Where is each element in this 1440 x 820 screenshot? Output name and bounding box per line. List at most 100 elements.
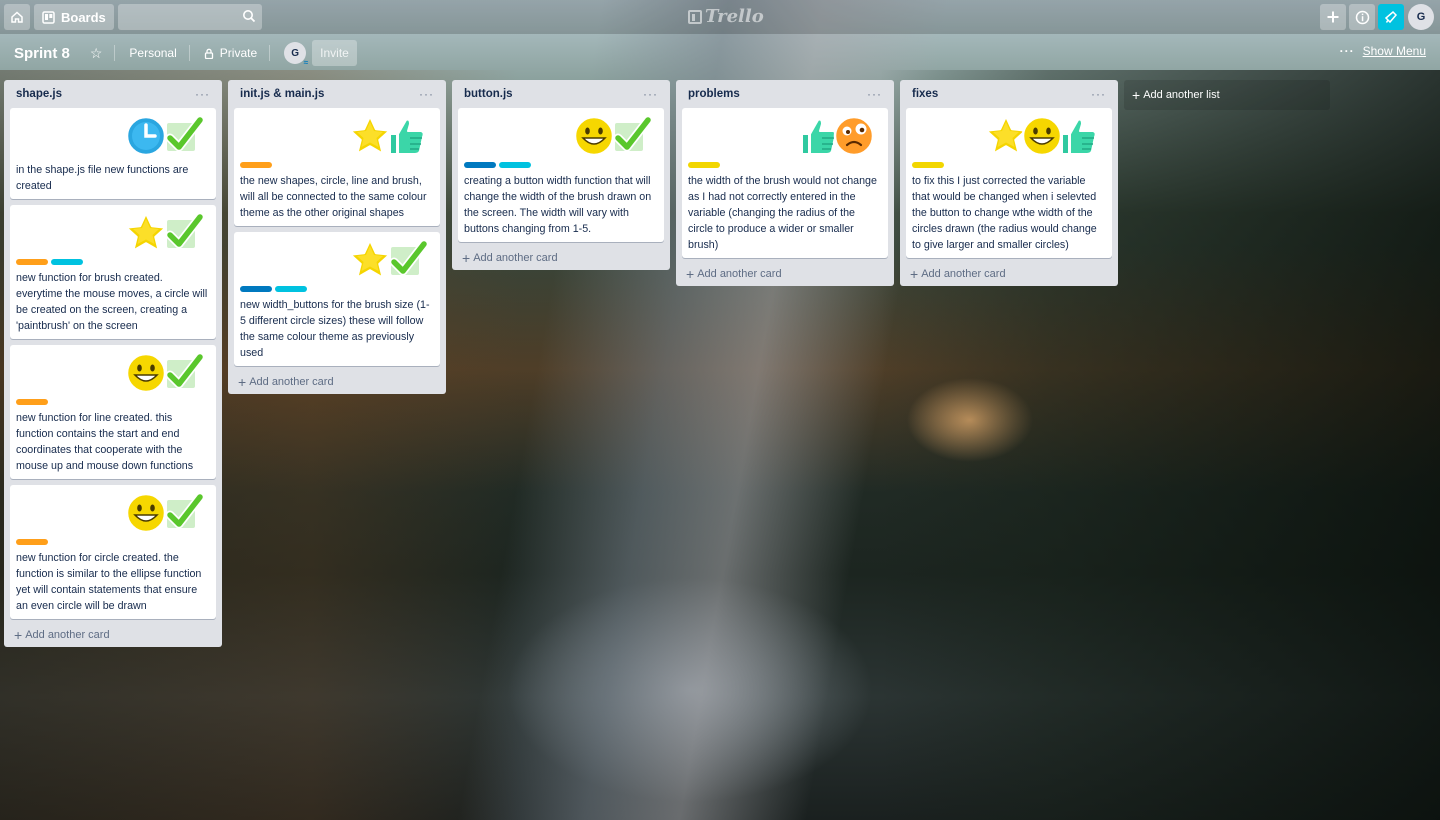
add-list-button[interactable]: + Add another list (1124, 80, 1330, 110)
divider (269, 45, 271, 61)
list-2[interactable]: button.js ··· creating a button width func… (452, 80, 670, 270)
plus-icon: + (238, 373, 247, 390)
divider (188, 45, 190, 61)
card-label-blue[interactable] (240, 286, 272, 292)
card[interactable]: the new shapes, circle, line and brush, … (234, 108, 440, 226)
boards-button[interactable]: Boards (34, 4, 114, 30)
info-button[interactable] (1349, 4, 1375, 30)
card-label-yellow[interactable] (688, 162, 720, 168)
card[interactable]: new function for circle created. the fun… (10, 485, 216, 619)
show-menu-button[interactable]: ··· Show Menu (1340, 44, 1426, 58)
card-title: new width_buttons for the brush size (1-… (240, 299, 430, 359)
board-title[interactable]: Sprint 8 (14, 45, 70, 62)
list-menu-icon[interactable]: ··· (867, 87, 882, 101)
card-title: new function for circle created. the fun… (16, 552, 202, 612)
card-label-orange[interactable] (240, 162, 272, 168)
card-stickers (16, 112, 210, 162)
card-title: the new shapes, circle, line and brush, … (240, 175, 427, 219)
card-labels (240, 286, 434, 292)
checkmark-sticker-icon (160, 491, 205, 535)
card[interactable]: creating a button width function that wi… (458, 108, 664, 242)
card-label-sky[interactable] (275, 286, 307, 292)
card[interactable]: new width_buttons for the brush size (1-… (234, 232, 440, 366)
star-board-button[interactable]: ☆ (84, 40, 109, 66)
card-labels (240, 162, 434, 168)
add-card-button[interactable]: + Add another card (682, 264, 888, 282)
card-label-blue[interactable] (464, 162, 496, 168)
thumbs-up-sticker-icon (384, 114, 428, 158)
create-button[interactable] (1320, 4, 1346, 30)
info-icon (1355, 10, 1369, 24)
board-header: Sprint 8 ☆ Personal Private G Invite ···… (0, 38, 1440, 68)
card-labels (16, 539, 210, 545)
board-member-avatar[interactable]: G (284, 42, 308, 67)
card-stickers (16, 209, 210, 259)
list-title[interactable]: init.js & main.js (240, 88, 324, 100)
list-0[interactable]: shape.js ··· in the shape.js file new func… (4, 80, 222, 647)
card-labels (16, 259, 210, 265)
trello-logo-icon (688, 9, 702, 24)
add-card-button[interactable]: + Add another card (234, 372, 440, 390)
card[interactable]: in the shape.js file new functions are c… (10, 108, 216, 199)
list-header: button.js ··· (458, 80, 664, 108)
card-label-yellow[interactable] (912, 162, 944, 168)
card-label-sky[interactable] (51, 259, 83, 265)
trello-logo[interactable]: Trello (688, 6, 764, 27)
add-card-button[interactable]: + Add another card (906, 264, 1112, 282)
trello-logo-text: Trello (705, 6, 764, 27)
add-card-label: Add another card (473, 252, 558, 264)
worried-face-sticker-icon (832, 114, 876, 158)
boards-label: Boards (61, 9, 106, 25)
card[interactable]: the width of the brush would not change … (682, 108, 888, 258)
invite-button[interactable]: Invite (312, 40, 357, 66)
add-list-label: Add another list (1143, 89, 1220, 101)
list-header: problems ··· (682, 80, 888, 108)
lock-icon (204, 48, 213, 59)
card-label-orange[interactable] (16, 399, 48, 405)
visibility-label: Private (219, 46, 258, 60)
card[interactable]: new function for brush created. everytim… (10, 205, 216, 339)
user-avatar[interactable]: G (1408, 4, 1434, 30)
card-label-orange[interactable] (16, 539, 48, 545)
list-menu-icon[interactable]: ··· (1091, 87, 1106, 101)
card-label-sky[interactable] (499, 162, 531, 168)
card-label-orange[interactable] (16, 259, 48, 265)
card[interactable]: new function for line created. this func… (10, 345, 216, 479)
add-card-button[interactable]: + Add another card (458, 248, 664, 265)
plus-icon: + (1132, 87, 1141, 103)
list-title[interactable]: problems (688, 88, 740, 100)
list-menu-icon[interactable]: ··· (643, 87, 658, 101)
list-title[interactable]: button.js (464, 88, 513, 100)
visibility-button[interactable]: Private (196, 40, 265, 66)
card-title: creating a button width function that wi… (464, 175, 652, 235)
board-canvas: shape.js ··· in the shape.js file new func… (4, 80, 1330, 647)
home-button[interactable] (4, 4, 30, 30)
list-menu-icon[interactable]: ··· (195, 87, 210, 101)
list-3[interactable]: problems ··· the width of the brush would … (676, 80, 894, 286)
add-card-label: Add another card (697, 268, 782, 280)
list-header: fixes ··· (906, 80, 1112, 108)
add-card-button[interactable]: + Add another card (10, 625, 216, 643)
list-1[interactable]: init.js & main.js ··· the new shapes, circ… (228, 80, 446, 394)
home-icon (11, 11, 23, 23)
plus-icon: + (686, 265, 695, 282)
card-labels (16, 399, 210, 405)
list-4[interactable]: fixes ··· to fix this I just corrected the… (900, 80, 1118, 286)
team-button[interactable]: Personal (121, 40, 184, 66)
list-title[interactable]: fixes (912, 88, 938, 100)
card-stickers (16, 349, 210, 399)
card-stickers (240, 112, 434, 162)
card-labels (688, 162, 882, 168)
plus-icon: + (910, 265, 919, 282)
card[interactable]: to fix this I just corrected the variabl… (906, 108, 1112, 258)
list-menu-icon[interactable]: ··· (419, 87, 434, 101)
plus-icon: + (14, 626, 23, 643)
list-title[interactable]: shape.js (16, 88, 62, 100)
card-title: the width of the brush would not change … (688, 175, 877, 251)
search-input[interactable] (117, 4, 262, 30)
more-icon: ··· (1339, 44, 1355, 58)
notifications-button[interactable] (1378, 4, 1404, 30)
checkmark-sticker-icon (608, 114, 653, 158)
divider (114, 45, 116, 61)
star-icon: ☆ (89, 44, 103, 61)
